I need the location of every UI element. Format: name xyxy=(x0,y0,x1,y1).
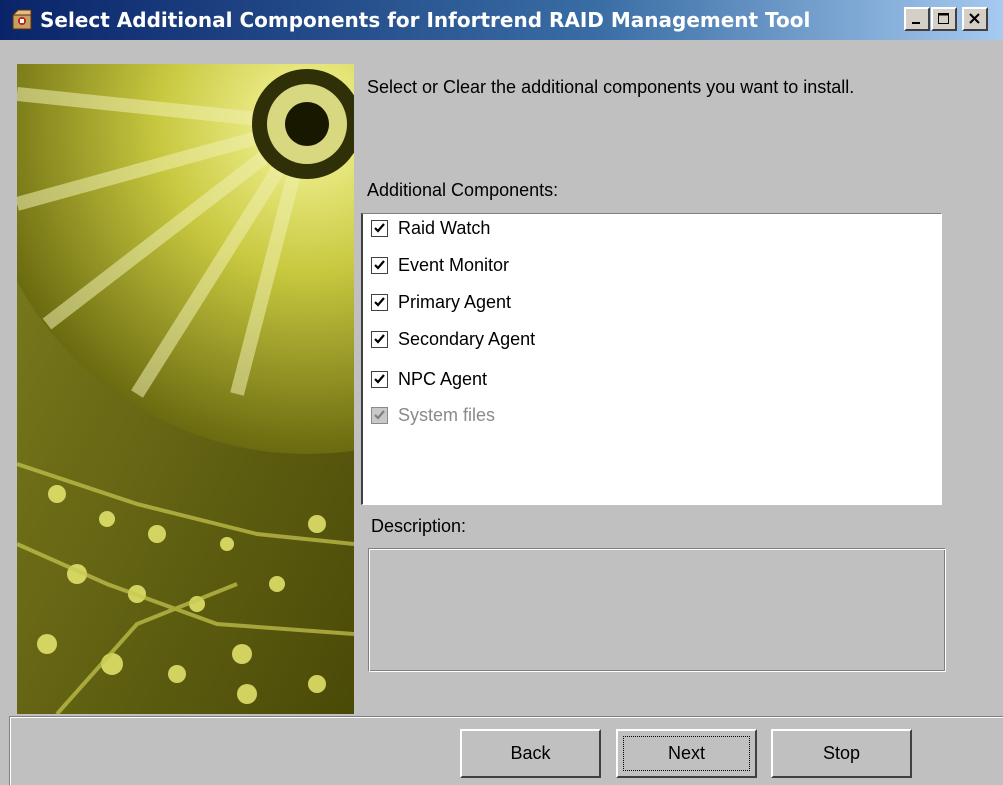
window-title: Select Additional Components for Infortr… xyxy=(40,8,811,32)
checkmark-icon xyxy=(374,222,385,233)
close-button[interactable] xyxy=(962,7,988,31)
components-list[interactable]: Raid Watch Event Monitor Primary Agent S… xyxy=(361,213,942,505)
checkbox-raid-watch[interactable] xyxy=(371,219,388,237)
checkbox-event-monitor[interactable] xyxy=(371,256,388,274)
checkmark-icon xyxy=(374,373,385,384)
component-npc-agent[interactable]: NPC Agent xyxy=(371,365,487,393)
component-label: Secondary Agent xyxy=(398,328,536,349)
checkmark-icon xyxy=(374,333,385,344)
component-system-files: System files xyxy=(371,401,495,429)
stop-button-label: Stop xyxy=(822,743,861,763)
component-primary-agent[interactable]: Primary Agent xyxy=(371,288,511,316)
checkbox-primary-agent[interactable] xyxy=(371,293,388,311)
installer-package-icon xyxy=(10,8,34,32)
component-label: Primary Agent xyxy=(398,291,512,312)
component-event-monitor[interactable]: Event Monitor xyxy=(371,251,509,279)
component-secondary-agent[interactable]: Secondary Agent xyxy=(371,325,535,353)
checkmark-icon xyxy=(374,296,385,307)
checkmark-icon xyxy=(374,409,385,420)
checkbox-secondary-agent[interactable] xyxy=(371,330,388,348)
maximize-icon xyxy=(938,13,949,24)
component-label: NPC Agent xyxy=(398,368,488,389)
checkbox-npc-agent[interactable] xyxy=(371,370,388,388)
description-box xyxy=(368,548,946,672)
back-button-label: Back xyxy=(510,743,551,763)
focus-indicator xyxy=(623,736,750,771)
close-icon xyxy=(969,13,980,24)
stop-button[interactable]: Stop xyxy=(771,729,912,778)
component-label: Event Monitor xyxy=(398,254,510,275)
minimize-icon xyxy=(912,22,920,24)
component-label: Raid Watch xyxy=(398,217,491,238)
checkmark-icon xyxy=(374,259,385,270)
checkbox-system-files xyxy=(371,406,388,424)
instruction-text: Select or Clear the additional component… xyxy=(367,77,855,97)
back-button[interactable]: Back xyxy=(460,729,601,778)
title-bar[interactable]: Select Additional Components for Infortr… xyxy=(0,0,1003,40)
component-label: System files xyxy=(398,404,496,425)
components-label: Additional Components: xyxy=(367,180,559,200)
installer-side-banner xyxy=(17,64,354,714)
minimize-button[interactable] xyxy=(904,7,930,31)
component-raid-watch[interactable]: Raid Watch xyxy=(371,214,490,242)
description-label: Description: xyxy=(371,516,467,536)
next-button[interactable]: Next xyxy=(616,729,757,778)
maximize-button[interactable] xyxy=(931,7,957,31)
